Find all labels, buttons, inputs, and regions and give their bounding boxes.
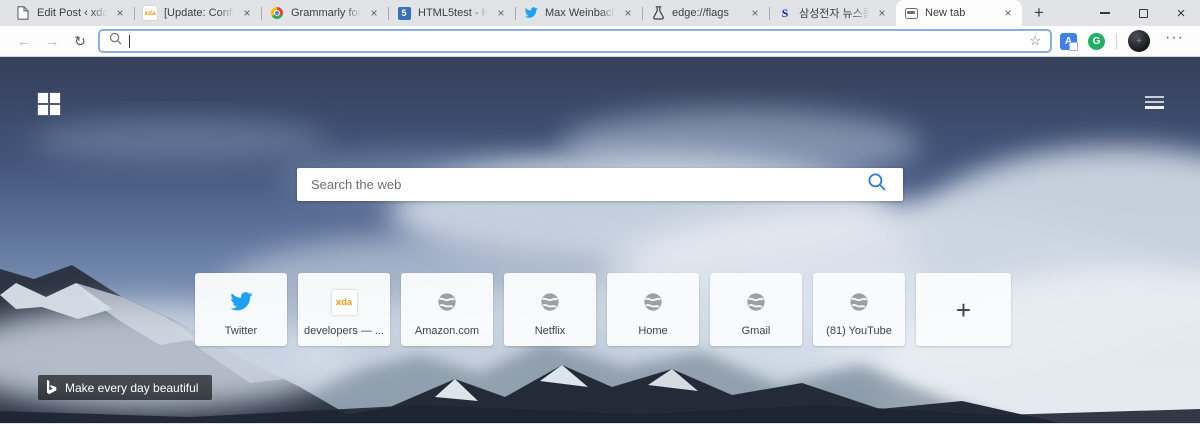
bing-icon [38, 380, 65, 395]
tab-close-icon[interactable]: × [875, 6, 889, 20]
favorite-star-icon[interactable]: ☆ [1029, 33, 1041, 49]
microsoft-logo-square [50, 93, 60, 103]
window-controls: × [1086, 0, 1200, 26]
tabs: Edit Post ‹ xda-de × xda [Update: Confir… [8, 0, 1022, 26]
tile-home[interactable]: Home [607, 273, 699, 346]
new-tab-page-icon [903, 5, 919, 21]
tab-close-icon[interactable]: × [113, 6, 127, 20]
profile-avatar[interactable] [1128, 30, 1151, 52]
tile-label: Gmail [741, 325, 771, 337]
tile-xda-developers[interactable]: xda developers — ... [298, 273, 390, 346]
tab-close-icon[interactable]: × [367, 6, 381, 20]
add-site-tile[interactable]: + [916, 273, 1011, 346]
tab-bar: Edit Post ‹ xda-de × xda [Update: Confir… [0, 0, 1200, 26]
extensions-area: A G ··· [1060, 29, 1190, 52]
tab-close-icon[interactable]: × [748, 6, 762, 20]
text-cursor [129, 34, 130, 48]
tab-samsung-newsroom[interactable]: S 삼성전자 뉴스룸( × [770, 0, 896, 26]
tile-youtube[interactable]: (81) YouTube [813, 273, 905, 346]
twitter-icon [229, 273, 253, 325]
tab-title: [Update: Confirme [164, 7, 234, 19]
tile-label: Netflix [534, 325, 566, 337]
tab-edit-post[interactable]: Edit Post ‹ xda-de × [8, 0, 134, 26]
web-search-submit-icon[interactable] [867, 172, 887, 197]
tile-label: Amazon.com [414, 325, 480, 337]
tab-twitter[interactable]: Max Weinbach (@ × [516, 0, 642, 26]
new-tab-page: Twitter xda developers — ... Amazon.com … [0, 57, 1200, 423]
address-bar[interactable]: ☆ [98, 29, 1053, 53]
tab-title: 삼성전자 뉴스룸( [799, 8, 869, 20]
close-window-button[interactable]: × [1162, 0, 1200, 26]
xda-icon: xda [142, 5, 158, 21]
tab-title: edge://flags [672, 7, 729, 19]
tab-close-icon[interactable]: × [240, 6, 254, 20]
background-wallpaper [0, 57, 1200, 423]
bing-caption: Make every day beautiful [65, 380, 199, 395]
flask-icon [650, 5, 666, 21]
tab-edge-flags[interactable]: edge://flags × [643, 0, 769, 26]
tab-title: New tab [925, 7, 966, 19]
html5test-icon: 5 [396, 5, 412, 21]
tile-label: developers — ... [303, 325, 385, 337]
new-tab-button[interactable]: + [1026, 0, 1052, 26]
page-menu-icon[interactable] [1145, 96, 1164, 109]
globe-icon [643, 273, 663, 325]
toolbar-divider [1116, 33, 1118, 49]
back-button[interactable]: ← [10, 28, 38, 54]
globe-icon [746, 273, 766, 325]
toolbar: ← → ↻ ☆ A G ··· [0, 26, 1200, 57]
maximize-button[interactable] [1124, 0, 1162, 26]
browser-window: Edit Post ‹ xda-de × xda [Update: Confir… [0, 0, 1200, 423]
search-icon [109, 32, 122, 50]
plus-icon: + [955, 294, 972, 325]
globe-icon [849, 273, 869, 325]
document-icon [15, 5, 31, 21]
globe-icon [437, 273, 457, 325]
tab-title: HTML5test - How [418, 7, 488, 19]
tab-html5test[interactable]: 5 HTML5test - How × [389, 0, 515, 26]
tile-amazon[interactable]: Amazon.com [401, 273, 493, 346]
tile-gmail[interactable]: Gmail [710, 273, 802, 346]
globe-icon [540, 273, 560, 325]
translate-extension-icon[interactable]: A [1060, 32, 1079, 51]
tile-label: Home [638, 325, 668, 337]
web-search-box[interactable] [297, 168, 903, 201]
web-search-input[interactable] [311, 177, 867, 192]
tile-label: Twitter [224, 325, 258, 337]
tab-xda-update[interactable]: xda [Update: Confirme × [135, 0, 261, 26]
tile-netflix[interactable]: Netflix [504, 273, 596, 346]
tile-twitter[interactable]: Twitter [195, 273, 287, 346]
microsoft-logo[interactable] [38, 93, 60, 115]
settings-menu-icon[interactable]: ··· [1161, 29, 1188, 45]
forward-button[interactable]: → [38, 28, 66, 54]
grammarly-extension-icon[interactable]: G [1088, 32, 1106, 50]
bing-attribution[interactable]: Make every day beautiful [38, 375, 213, 400]
microsoft-logo-square [50, 105, 60, 115]
refresh-button[interactable]: ↻ [66, 28, 94, 54]
tab-close-icon[interactable]: × [1001, 6, 1015, 20]
minimize-button[interactable] [1086, 0, 1124, 26]
samsung-icon: S [781, 5, 789, 20]
tab-grammarly[interactable]: Grammarly for Ch × [262, 0, 388, 26]
tab-close-icon[interactable]: × [621, 6, 635, 20]
tab-title: Edit Post ‹ xda-de [37, 7, 107, 19]
twitter-icon [523, 5, 539, 21]
tile-label: (81) YouTube [826, 325, 892, 337]
chrome-webstore-icon [269, 5, 285, 21]
tab-close-icon[interactable]: × [494, 6, 508, 20]
tab-title: Max Weinbach (@ [545, 7, 615, 19]
microsoft-logo-square [38, 93, 48, 103]
quick-links: Twitter xda developers — ... Amazon.com … [195, 273, 1011, 346]
tab-title: Grammarly for Ch [291, 7, 361, 19]
tab-new-tab[interactable]: New tab × [896, 0, 1022, 26]
microsoft-logo-square [38, 105, 48, 115]
xda-icon: xda [331, 273, 357, 325]
